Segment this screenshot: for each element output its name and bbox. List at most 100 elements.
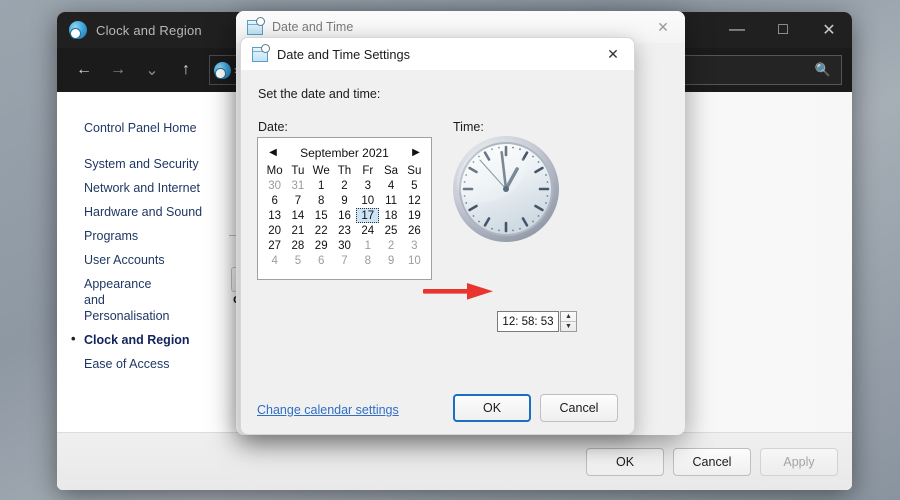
calendar-header: ◀ September 2021 ▶ (263, 143, 426, 162)
calendar-day[interactable]: 31 (286, 178, 309, 193)
close-button[interactable]: ✕ (806, 12, 852, 48)
search-icon: 🔍 (814, 62, 831, 77)
calendar-day[interactable]: 23 (333, 223, 356, 238)
calendar-weekday: Th (337, 165, 352, 177)
calendar-day[interactable]: 16 (333, 208, 356, 223)
calendar-day[interactable]: 26 (403, 223, 426, 238)
calendar-day[interactable]: 19 (403, 208, 426, 223)
recent-locations-button[interactable]: ⌄ (135, 55, 169, 85)
calendar-week-row: 27 28 29 30 1 2 3 (263, 238, 426, 253)
calendar-day[interactable]: 4 (379, 178, 402, 193)
calendar-weekday: Tu (291, 165, 305, 177)
calendar-day[interactable]: 28 (286, 238, 309, 253)
forward-button[interactable]: → (101, 55, 135, 85)
maximize-button[interactable]: □ (760, 12, 806, 48)
calendar-weekday: Mo (266, 165, 283, 177)
close-icon[interactable]: ✕ (641, 11, 685, 43)
calendar-day[interactable]: 5 (403, 178, 426, 193)
calendar-day[interactable]: 3 (403, 238, 426, 253)
calendar-day[interactable]: 13 (263, 208, 286, 223)
ok-button[interactable]: OK (586, 447, 664, 476)
apply-button: Apply (760, 447, 838, 476)
calendar-day[interactable]: 4 (263, 253, 286, 268)
sidebar-item-user-accounts[interactable]: User Accounts (57, 248, 248, 272)
calendar-day[interactable]: 10 (356, 193, 379, 208)
annotation-arrow (423, 283, 493, 300)
calendar-day[interactable]: 24 (356, 223, 379, 238)
clock-globe-icon (214, 61, 231, 79)
calendar-day[interactable]: 25 (379, 223, 402, 238)
minimize-button[interactable]: — (714, 12, 760, 48)
time-spinner[interactable]: ▲ ▼ (560, 311, 577, 332)
calendar-day[interactable]: 2 (379, 238, 402, 253)
calendar-day[interactable]: 20 (263, 223, 286, 238)
calendar-widget[interactable]: ◀ September 2021 ▶ Mo Tu We Th Fr Sa Su 30 31 1 2… (257, 137, 432, 280)
sidebar-item-network-and-internet[interactable]: Network and Internet (57, 176, 248, 200)
calendar-week-row: 30 31 1 2 3 4 5 (263, 178, 426, 193)
settings-titlebar: Date and Time Settings ✕ (241, 38, 634, 71)
calendar-day[interactable]: 12 (403, 193, 426, 208)
calendar-day[interactable]: 22 (310, 223, 333, 238)
time-value-field[interactable]: 12: 58: 53 (497, 311, 559, 332)
sidebar-item-hardware-and-sound[interactable]: Hardware and Sound (57, 200, 248, 224)
sidebar: Control Panel Home System and Security N… (57, 92, 249, 490)
window-controls: — □ ✕ (714, 12, 852, 48)
calendar-day[interactable]: 21 (286, 223, 309, 238)
calendar-prev-month-icon[interactable]: ◀ (267, 147, 279, 158)
settings-dialog-title: Date and Time Settings (277, 46, 411, 62)
calendar-day[interactable]: 15 (310, 208, 333, 223)
spinner-down-icon[interactable]: ▼ (561, 321, 576, 331)
date-label: Date: (258, 120, 288, 134)
settings-cancel-button[interactable]: Cancel (540, 394, 618, 422)
calendar-day[interactable]: 3 (356, 178, 379, 193)
calendar-grid: Mo Tu We Th Fr Sa Su 30 31 1 2 3 4 5 6 7 8 9 10 11 12 13 14 15… (263, 164, 426, 268)
calendar-month-year[interactable]: September 2021 (300, 146, 389, 160)
change-calendar-settings-link[interactable]: Change calendar settings (257, 403, 399, 417)
sidebar-item-clock-and-region[interactable]: Clock and Region (57, 328, 248, 352)
sidebar-item-control-panel-home[interactable]: Control Panel Home (57, 116, 248, 140)
calendar-day[interactable]: 7 (286, 193, 309, 208)
window-title: Clock and Region (96, 22, 202, 38)
calendar-weekday: We (312, 165, 330, 177)
sidebar-item-ease-of-access[interactable]: Ease of Access (57, 352, 248, 376)
sidebar-item-system-and-security[interactable]: System and Security (57, 152, 248, 176)
clock-globe-icon (69, 21, 87, 39)
calendar-day[interactable]: 18 (379, 208, 402, 223)
calendar-day[interactable]: 6 (310, 253, 333, 268)
calendar-day[interactable]: 30 (263, 178, 286, 193)
cancel-button[interactable]: Cancel (673, 447, 751, 476)
calendar-day[interactable]: 1 (310, 178, 333, 193)
calendar-days: 30 31 1 2 3 4 5 6 7 8 9 10 11 12 13 14 15 16 17 18 19 20 21 22 2… (263, 178, 426, 268)
calendar-week-row: 6 7 8 9 10 11 12 (263, 193, 426, 208)
calendar-day[interactable]: 10 (403, 253, 426, 268)
calendar-day[interactable]: 9 (379, 253, 402, 268)
calendar-day[interactable]: 7 (333, 253, 356, 268)
calendar-weekday: Su (407, 165, 422, 177)
calendar-day[interactable]: 5 (286, 253, 309, 268)
calendar-week-row: 13 14 15 16 17 18 19 (263, 208, 426, 223)
settings-dialog-buttons: OK Cancel (453, 394, 618, 422)
calendar-day[interactable]: 6 (263, 193, 286, 208)
control-panel-footer: OK Cancel Apply (57, 432, 852, 490)
analog-clock (453, 136, 559, 242)
calendar-day[interactable]: 14 (286, 208, 309, 223)
calendar-next-month-icon[interactable]: ▶ (410, 147, 422, 158)
calendar-day[interactable]: 27 (263, 238, 286, 253)
spinner-up-icon[interactable]: ▲ (561, 312, 576, 321)
close-icon[interactable]: ✕ (592, 38, 634, 71)
calendar-day[interactable]: 9 (333, 193, 356, 208)
calendar-day[interactable]: 1 (356, 238, 379, 253)
calendar-day[interactable]: 30 (333, 238, 356, 253)
calendar-day[interactable]: 2 (333, 178, 356, 193)
up-button[interactable]: ↑ (169, 55, 203, 85)
settings-ok-button[interactable]: OK (453, 394, 531, 422)
calendar-day[interactable]: 8 (310, 193, 333, 208)
calendar-day[interactable]: 11 (379, 193, 402, 208)
back-button[interactable]: ← (67, 55, 101, 85)
calendar-day[interactable]: 8 (356, 253, 379, 268)
sidebar-item-appearance-and-personalisation[interactable]: Appearance and Personalisation (57, 272, 177, 328)
sidebar-item-programs[interactable]: Programs (57, 224, 248, 248)
calendar-day[interactable]: 29 (310, 238, 333, 253)
settings-body: Set the date and time: Date: Time: ◀ Sep… (241, 71, 634, 434)
calendar-day-selected[interactable]: 17 (356, 208, 380, 223)
